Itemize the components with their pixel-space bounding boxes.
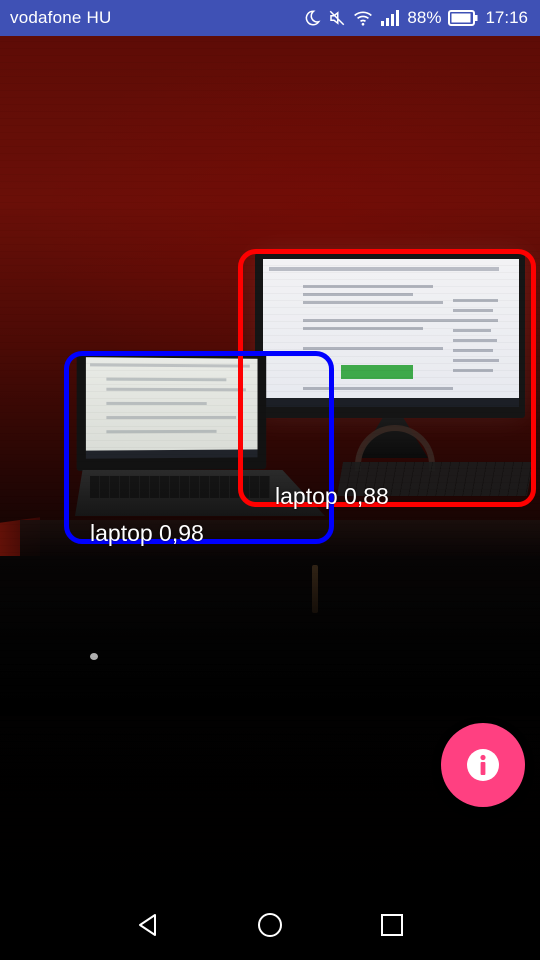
pen	[312, 565, 318, 613]
battery-percent: 88%	[407, 8, 442, 27]
navigation-bar	[0, 890, 540, 960]
back-button[interactable]	[128, 905, 168, 945]
detection-box-laptop	[64, 351, 334, 544]
detection-label-laptop: laptop 0,98	[90, 520, 204, 546]
recents-icon	[381, 914, 403, 936]
moon-icon	[303, 9, 321, 27]
status-icons: 88% 17:16	[303, 8, 528, 28]
recents-button[interactable]	[372, 905, 412, 945]
home-button[interactable]	[250, 905, 290, 945]
mute-icon	[328, 9, 346, 27]
info-button[interactable]	[441, 723, 525, 807]
light-reflection	[90, 653, 98, 660]
desk-front	[0, 556, 540, 716]
signal-icon	[380, 10, 400, 26]
back-icon	[139, 914, 156, 936]
carrier-name: vodafone HU	[10, 8, 112, 27]
app-screen: vodafone HU 88% 17:16 laptop 0,88 laptop…	[0, 0, 540, 960]
home-icon	[258, 913, 282, 937]
info-icon	[467, 749, 499, 781]
clock: 17:16	[485, 8, 528, 27]
detection-label-monitor: laptop 0,88	[275, 483, 389, 509]
wifi-icon	[353, 9, 373, 27]
status-bar: vodafone HU 88% 17:16	[0, 0, 540, 36]
battery-icon	[448, 10, 478, 26]
